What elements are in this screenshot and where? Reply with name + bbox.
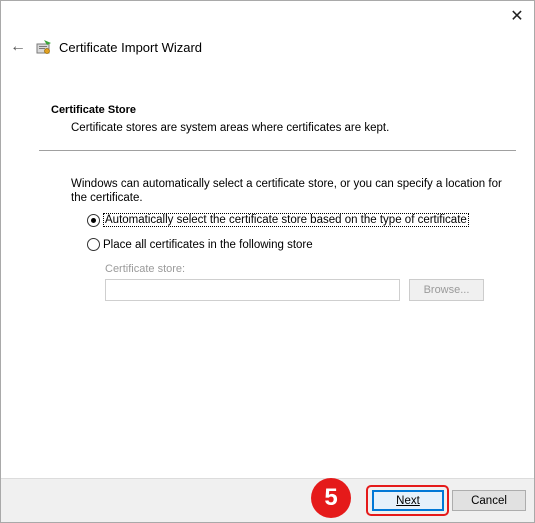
browse-button: Browse... — [409, 279, 484, 301]
auto-select-label[interactable]: Automatically select the certificate sto… — [103, 213, 469, 227]
section-description: Certificate stores are system areas wher… — [71, 122, 390, 134]
intro-text: Windows can automatically select a certi… — [71, 178, 502, 204]
wizard-title: Certificate Import Wizard — [59, 39, 203, 55]
close-icon[interactable]: ✕ — [510, 6, 523, 26]
certificate-wizard-icon — [36, 40, 51, 54]
next-button-label: Next — [396, 494, 420, 507]
wizard-header: ← Certificate Import Wizard — [9, 35, 526, 59]
auto-select-radio[interactable] — [87, 213, 100, 227]
cancel-button[interactable]: Cancel — [452, 490, 526, 511]
close-button[interactable]: ✕ — [506, 5, 528, 27]
manual-store-radio[interactable] — [87, 238, 100, 251]
certificate-store-input — [105, 279, 400, 301]
divider — [39, 150, 516, 151]
step-number-badge: 5 — [311, 478, 351, 518]
certificate-store-label: Certificate store: — [105, 263, 186, 275]
back-arrow-icon[interactable]: ← — [9, 38, 27, 56]
section-heading: Certificate Store — [51, 104, 136, 116]
next-button[interactable]: Next — [372, 490, 444, 511]
manual-store-radio-option[interactable]: Place all certificates in the following … — [87, 238, 313, 251]
wizard-window: ✕ ← Certificate Import Wizard Certificat… — [0, 0, 535, 523]
auto-select-radio-option[interactable]: Automatically select the certificate sto… — [87, 213, 469, 227]
manual-store-label[interactable]: Place all certificates in the following … — [103, 239, 313, 251]
radio-selected-dot — [91, 217, 96, 223]
